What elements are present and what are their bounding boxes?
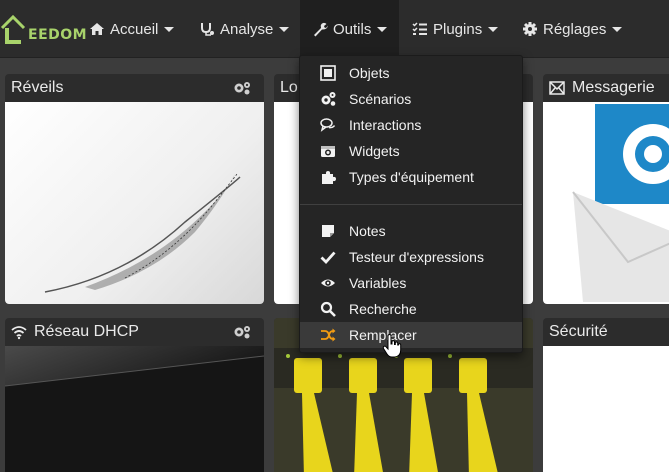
tile-title: Réseau DHCP xyxy=(34,323,139,340)
nav-reglages[interactable]: Réglages xyxy=(522,0,623,58)
camera-icon xyxy=(321,146,335,157)
cog-icon xyxy=(523,22,537,36)
menu-item-label: Scénarios xyxy=(349,91,412,107)
menu-item-recherche[interactable]: Recherche xyxy=(300,296,522,322)
tile-header: Réveils xyxy=(5,74,264,102)
cogs-icon[interactable] xyxy=(232,80,252,96)
menu-item-notes[interactable]: Notes xyxy=(300,218,522,244)
nav-reglages-label: Réglages xyxy=(543,20,607,38)
router-image xyxy=(5,355,264,472)
tile-title: Réveils xyxy=(11,79,64,96)
comments-icon xyxy=(320,118,336,132)
house-logo-icon xyxy=(0,14,26,44)
menu-item-widgets[interactable]: Widgets xyxy=(300,138,522,164)
menu-item-label: Recherche xyxy=(349,301,417,317)
outils-dropdown-menu: Objets Scénarios Interactions Widgets Ty… xyxy=(299,55,523,353)
home-icon xyxy=(90,23,104,35)
eye-icon xyxy=(321,279,335,287)
envelope-icon xyxy=(549,81,565,95)
mail-envelope-image xyxy=(572,104,669,302)
chevron-down-icon xyxy=(488,26,499,32)
nav-accueil-label: Accueil xyxy=(110,20,159,38)
tile-header: Messagerie xyxy=(543,74,669,102)
menu-item-testeur-expressions[interactable]: Testeur d'expressions xyxy=(300,244,522,270)
wifi-icon xyxy=(11,326,27,340)
tile-header: Réseau DHCP xyxy=(5,318,264,346)
chevron-down-icon xyxy=(164,26,175,32)
feather-image xyxy=(44,173,241,293)
list-check-icon xyxy=(412,22,427,35)
tile-title: Messagerie xyxy=(572,79,655,96)
menu-divider xyxy=(300,204,522,205)
jeedom-logo[interactable]: EEDOM xyxy=(0,8,87,48)
nav-accueil[interactable]: Accueil xyxy=(89,0,175,58)
top-navbar: EEDOM Accueil Analyse Outils Plugins Rég… xyxy=(0,0,669,58)
wrench-icon xyxy=(314,22,328,37)
menu-item-remplacer[interactable]: Remplacer xyxy=(300,322,522,348)
menu-item-objets[interactable]: Objets xyxy=(300,60,522,86)
menu-item-label: Interactions xyxy=(349,117,422,133)
chevron-down-icon xyxy=(377,26,388,32)
tile-image-livebox xyxy=(5,346,264,472)
cogs-icon[interactable] xyxy=(232,324,252,340)
object-icon xyxy=(320,65,336,81)
tile-reseau-dhcp[interactable]: Réseau DHCP xyxy=(5,318,264,472)
menu-item-label: Testeur d'expressions xyxy=(349,249,484,265)
chevron-down-icon xyxy=(279,26,290,32)
menu-item-scenarios[interactable]: Scénarios xyxy=(300,86,522,112)
menu-item-variables[interactable]: Variables xyxy=(300,270,522,296)
nav-plugins-label: Plugins xyxy=(433,20,483,38)
nav-outils-label: Outils xyxy=(333,20,372,38)
stethoscope-icon xyxy=(201,23,214,36)
menu-item-types-equipement[interactable]: Types d'équipement xyxy=(300,164,522,190)
tile-image-mail xyxy=(543,102,669,304)
menu-item-label: Variables xyxy=(349,275,407,291)
hand-pointer-cursor-icon xyxy=(382,334,402,358)
nav-outils[interactable]: Outils xyxy=(300,0,400,58)
nav-analyse-label: Analyse xyxy=(220,20,274,38)
tile-title: Sécurité xyxy=(549,323,608,340)
puzzle-icon xyxy=(322,171,336,184)
cogs-icon xyxy=(321,92,336,106)
tile-securite[interactable]: Sécurité xyxy=(543,318,669,472)
chevron-down-icon xyxy=(612,26,623,32)
shuffle-icon xyxy=(321,328,336,342)
brand-text: EEDOM xyxy=(28,27,88,43)
tile-image xyxy=(543,346,669,472)
nav-analyse[interactable]: Analyse xyxy=(199,0,290,58)
tile-messagerie[interactable]: Messagerie xyxy=(543,74,669,304)
search-icon xyxy=(320,301,336,317)
nav-plugins[interactable]: Plugins xyxy=(412,0,499,58)
tile-image-feather xyxy=(5,102,264,304)
tile-header: Sécurité xyxy=(543,318,669,346)
menu-item-label: Types d'équipement xyxy=(349,169,474,185)
menu-item-label: Notes xyxy=(349,223,386,239)
tile-title: Lo xyxy=(280,79,298,96)
tile-reveils[interactable]: Réveils xyxy=(5,74,264,304)
menu-item-label: Objets xyxy=(349,65,390,81)
sticky-note-icon xyxy=(322,225,334,237)
menu-item-interactions[interactable]: Interactions xyxy=(300,112,522,138)
menu-item-label: Widgets xyxy=(349,143,400,159)
check-icon xyxy=(320,251,336,265)
